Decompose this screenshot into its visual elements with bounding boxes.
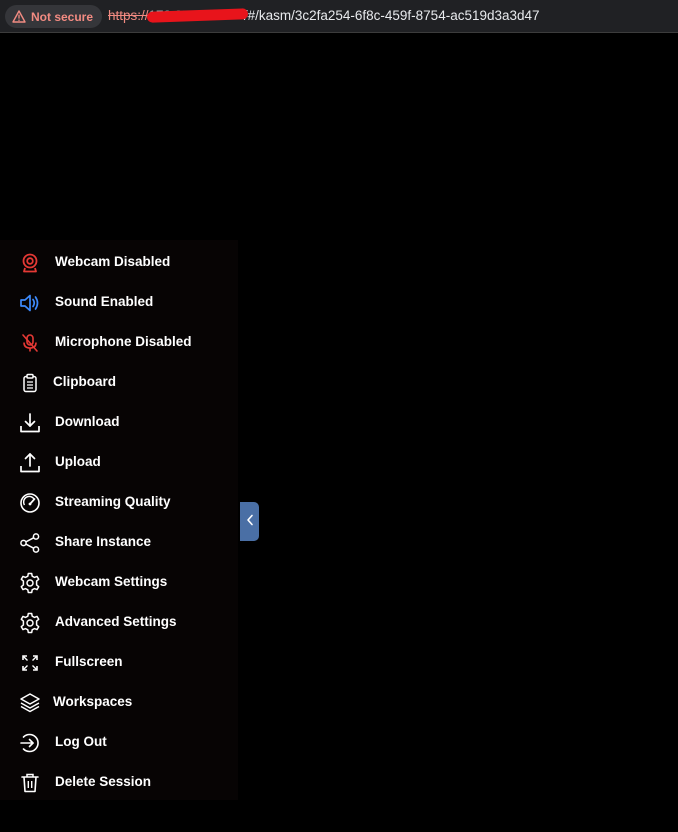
clipboard-icon	[19, 372, 41, 394]
upload-icon	[19, 452, 41, 474]
logout-icon	[19, 732, 41, 754]
gear-icon	[19, 572, 41, 594]
menu-item-fullscreen[interactable]: Fullscreen	[0, 642, 238, 682]
security-indicator[interactable]: Not secure	[5, 5, 103, 28]
menu-item-streaming-quality[interactable]: Streaming Quality	[0, 482, 238, 522]
panel-collapse-button[interactable]	[240, 502, 259, 541]
gear-icon	[19, 612, 41, 634]
menu-label: Sound Enabled	[55, 294, 154, 309]
url-host: 172.25xxxxxxxx	[146, 8, 248, 23]
speaker-icon	[19, 292, 41, 314]
security-label: Not secure	[31, 9, 94, 24]
download-icon	[19, 412, 41, 434]
menu-item-webcam[interactable]: Webcam Disabled	[0, 242, 238, 282]
menu-item-delete-session[interactable]: Delete Session	[0, 762, 238, 802]
url-path: /#/kasm/3c2fa254-6f8c-459f-8754-ac519d3a…	[243, 8, 540, 23]
menu-label: Webcam Settings	[55, 574, 168, 589]
redaction-mark	[146, 8, 248, 23]
browser-address-bar: Not secure https:// 172.25xxxxxxxx /#/ka…	[0, 0, 678, 33]
menu-label: Microphone Disabled	[55, 334, 192, 349]
menu-label: Advanced Settings	[55, 614, 177, 629]
menu-item-webcam-settings[interactable]: Webcam Settings	[0, 562, 238, 602]
layers-icon	[19, 692, 41, 714]
gauge-icon	[19, 492, 41, 514]
menu-label: Log Out	[55, 734, 107, 749]
url-scheme: https://	[108, 8, 149, 23]
chevron-left-icon	[246, 513, 254, 531]
menu-label: Delete Session	[55, 774, 152, 789]
menu-label: Fullscreen	[55, 654, 123, 669]
menu-label: Upload	[55, 454, 101, 469]
menu-item-clipboard[interactable]: Clipboard	[0, 362, 238, 402]
menu-label: Workspaces	[53, 694, 133, 709]
control-panel: Webcam Disabled Sound Enabled Microphone…	[0, 240, 238, 800]
microphone-off-icon	[19, 332, 41, 354]
menu-item-share-instance[interactable]: Share Instance	[0, 522, 238, 562]
menu-label: Share Instance	[55, 534, 152, 549]
menu-label: Streaming Quality	[55, 494, 171, 509]
fullscreen-icon	[19, 652, 41, 674]
menu-label: Download	[55, 414, 120, 429]
menu-item-log-out[interactable]: Log Out	[0, 722, 238, 762]
menu-item-advanced-settings[interactable]: Advanced Settings	[0, 602, 238, 642]
menu-item-download[interactable]: Download	[0, 402, 238, 442]
warning-icon	[12, 10, 26, 23]
webcam-icon	[19, 252, 41, 274]
menu-label: Clipboard	[53, 374, 116, 389]
menu-label: Webcam Disabled	[55, 254, 171, 269]
share-icon	[19, 532, 41, 554]
url-field[interactable]: https:// 172.25xxxxxxxx /#/kasm/3c2fa254…	[108, 8, 540, 23]
menu-item-workspaces[interactable]: Workspaces	[0, 682, 238, 722]
menu-item-sound[interactable]: Sound Enabled	[0, 282, 238, 322]
menu-item-microphone[interactable]: Microphone Disabled	[0, 322, 238, 362]
trash-icon	[19, 772, 41, 794]
menu-item-upload[interactable]: Upload	[0, 442, 238, 482]
